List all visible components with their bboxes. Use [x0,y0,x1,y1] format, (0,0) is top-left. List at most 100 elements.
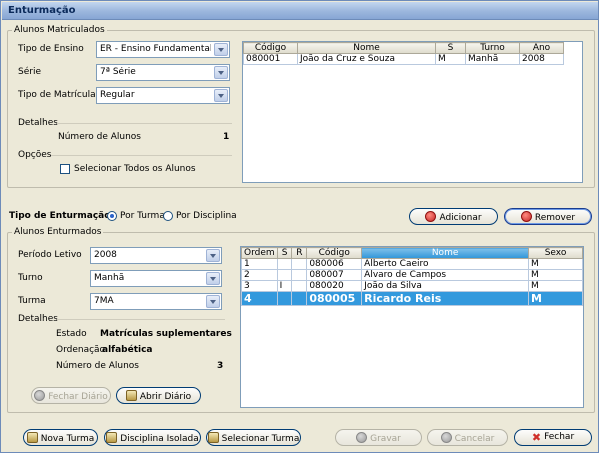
cell-r [291,280,308,292]
cell-s [276,258,293,270]
disciplina-isolada-button[interactable]: Disciplina Isolada [104,429,201,446]
select-class-icon [207,431,219,443]
cell-nome: Alvaro de Campos [361,269,530,281]
cell-s [276,291,293,306]
cell-s: M [435,53,466,65]
chevron-down-icon[interactable] [206,249,220,262]
cancelar-label: Cancelar [454,433,495,444]
col-header-s[interactable]: S [435,42,466,54]
cell-nome: Alberto Caeiro [361,258,530,270]
ordenacao-value: alfabética [102,345,153,355]
periodo-letivo-select[interactable]: 2008 [90,247,222,264]
chevron-down-icon[interactable] [214,66,228,79]
turno-label: Turno [18,273,43,283]
abrir-diario-label: Abrir Diário [139,391,192,402]
cell-sexo: M [528,291,583,306]
chevron-down-icon[interactable] [206,272,220,285]
cell-codigo: 080001 [243,53,298,65]
turma-value: 7MA [94,296,114,306]
alunos-enturmados-table[interactable]: Ordem S R Código Nome Sexo 1 080006 Albert… [240,246,584,408]
cell-nome: João da Cruz e Souza [297,53,436,65]
abrir-diario-button[interactable]: Abrir Diário [116,387,201,404]
window-title: Enturmação [8,5,76,16]
turno-select[interactable]: Manhã [90,270,222,287]
cell-ordem: 3 [241,280,278,292]
table-row[interactable]: 1 080006 Alberto Caeiro M [241,258,583,270]
nova-turma-button[interactable]: Nova Turma [23,429,98,446]
detalhes-enturmados-divider [57,319,225,320]
tipo-matricula-value: Regular [100,90,135,100]
cell-s: I [276,280,293,292]
tipo-ensino-select[interactable]: ER - Ensino Fundamental de ... [96,41,230,58]
col-header-codigo[interactable]: Código [306,247,363,259]
por-turma-label[interactable]: Por Turma [120,211,165,221]
periodo-letivo-value: 2008 [94,250,117,260]
por-disciplina-radio[interactable] [163,211,173,221]
cell-s [276,269,293,281]
alunos-matriculados-table[interactable]: Código Nome S Turno Ano 080001 João da Cr… [242,41,583,183]
selecionar-todos-checkbox[interactable] [60,164,70,174]
diary-closed-icon [34,389,46,401]
por-disciplina-label[interactable]: Por Disciplina [176,211,237,221]
turma-label: Turma [18,296,46,306]
numero-alunos-value: 1 [223,132,230,142]
opcoes-label: Opções [18,150,52,160]
cell-ordem: 4 [241,291,278,306]
numero-alunos-label: Número de Alunos [58,132,141,142]
estado-value: Matrículas suplementares [100,329,232,339]
tipo-ensino-label: Tipo de Ensino [18,44,84,54]
col-header-nome[interactable]: Nome [297,42,436,54]
alunos-matriculados-legend: Alunos Matriculados [14,25,105,35]
opcoes-divider [51,155,232,156]
table-row[interactable]: 3 I 080020 João da Silva M [241,280,583,292]
chevron-down-icon[interactable] [214,89,228,102]
discipline-icon [106,431,118,443]
gravar-button[interactable]: Gravar [335,429,422,446]
cell-ordem: 2 [241,269,278,281]
cell-codigo: 080006 [306,258,363,270]
close-icon: ✖ [531,431,542,444]
serie-select[interactable]: 7ª Série [96,64,230,81]
col-header-codigo[interactable]: Código [243,42,298,54]
cell-sexo: M [528,258,583,270]
selecionar-turma-button[interactable]: Selecionar Turma [206,429,301,446]
table-row[interactable]: 4 080005 Ricardo Reis M [241,291,583,306]
chevron-down-icon[interactable] [214,43,228,56]
table-row[interactable]: 2 080007 Alvaro de Campos M [241,269,583,281]
por-turma-radio[interactable] [107,211,117,221]
col-header-s[interactable]: S [276,247,293,259]
col-header-sexo[interactable]: Sexo [528,247,583,259]
adicionar-button[interactable]: Adicionar [409,208,498,225]
col-header-r[interactable]: R [291,247,308,259]
remover-button[interactable]: Remover [504,208,592,225]
adicionar-label: Adicionar [439,212,482,223]
col-header-ordem[interactable]: Ordem [241,247,278,259]
serie-label: Série [18,67,41,77]
cell-codigo: 080007 [306,269,363,281]
cell-r [291,269,308,281]
alunos-enturmados-legend: Alunos Enturmados [14,227,102,237]
fechar-diario-button[interactable]: Fechar Diário [31,387,111,404]
cell-nome: Ricardo Reis [361,291,530,306]
col-header-nome[interactable]: Nome [361,247,530,259]
tipo-ensino-value: ER - Ensino Fundamental de ... [100,44,211,54]
save-icon [356,431,368,443]
col-header-turno[interactable]: Turno [465,42,520,54]
fechar-label: Fechar [544,432,575,442]
cell-ordem: 1 [241,258,278,270]
chevron-down-icon[interactable] [206,295,220,308]
tipo-matricula-select[interactable]: Regular [96,87,230,104]
col-header-ano[interactable]: Ano [519,42,564,54]
fechar-button[interactable]: ✖ Fechar [514,429,592,446]
title-bar[interactable]: Enturmação [2,2,598,20]
cell-sexo: M [528,269,583,281]
remover-label: Remover [534,212,576,223]
table-row[interactable]: 080001 João da Cruz e Souza M Manhã 2008 [243,53,564,65]
turno-value: Manhã [94,273,125,283]
selecionar-todos-label[interactable]: Selecionar Todos os Alunos [74,164,196,174]
estado-label: Estado [56,329,87,339]
cancelar-button[interactable]: Cancelar [427,429,508,446]
turma-select[interactable]: 7MA [90,293,222,310]
cell-nome: João da Silva [361,280,530,292]
cancel-icon [440,431,452,443]
